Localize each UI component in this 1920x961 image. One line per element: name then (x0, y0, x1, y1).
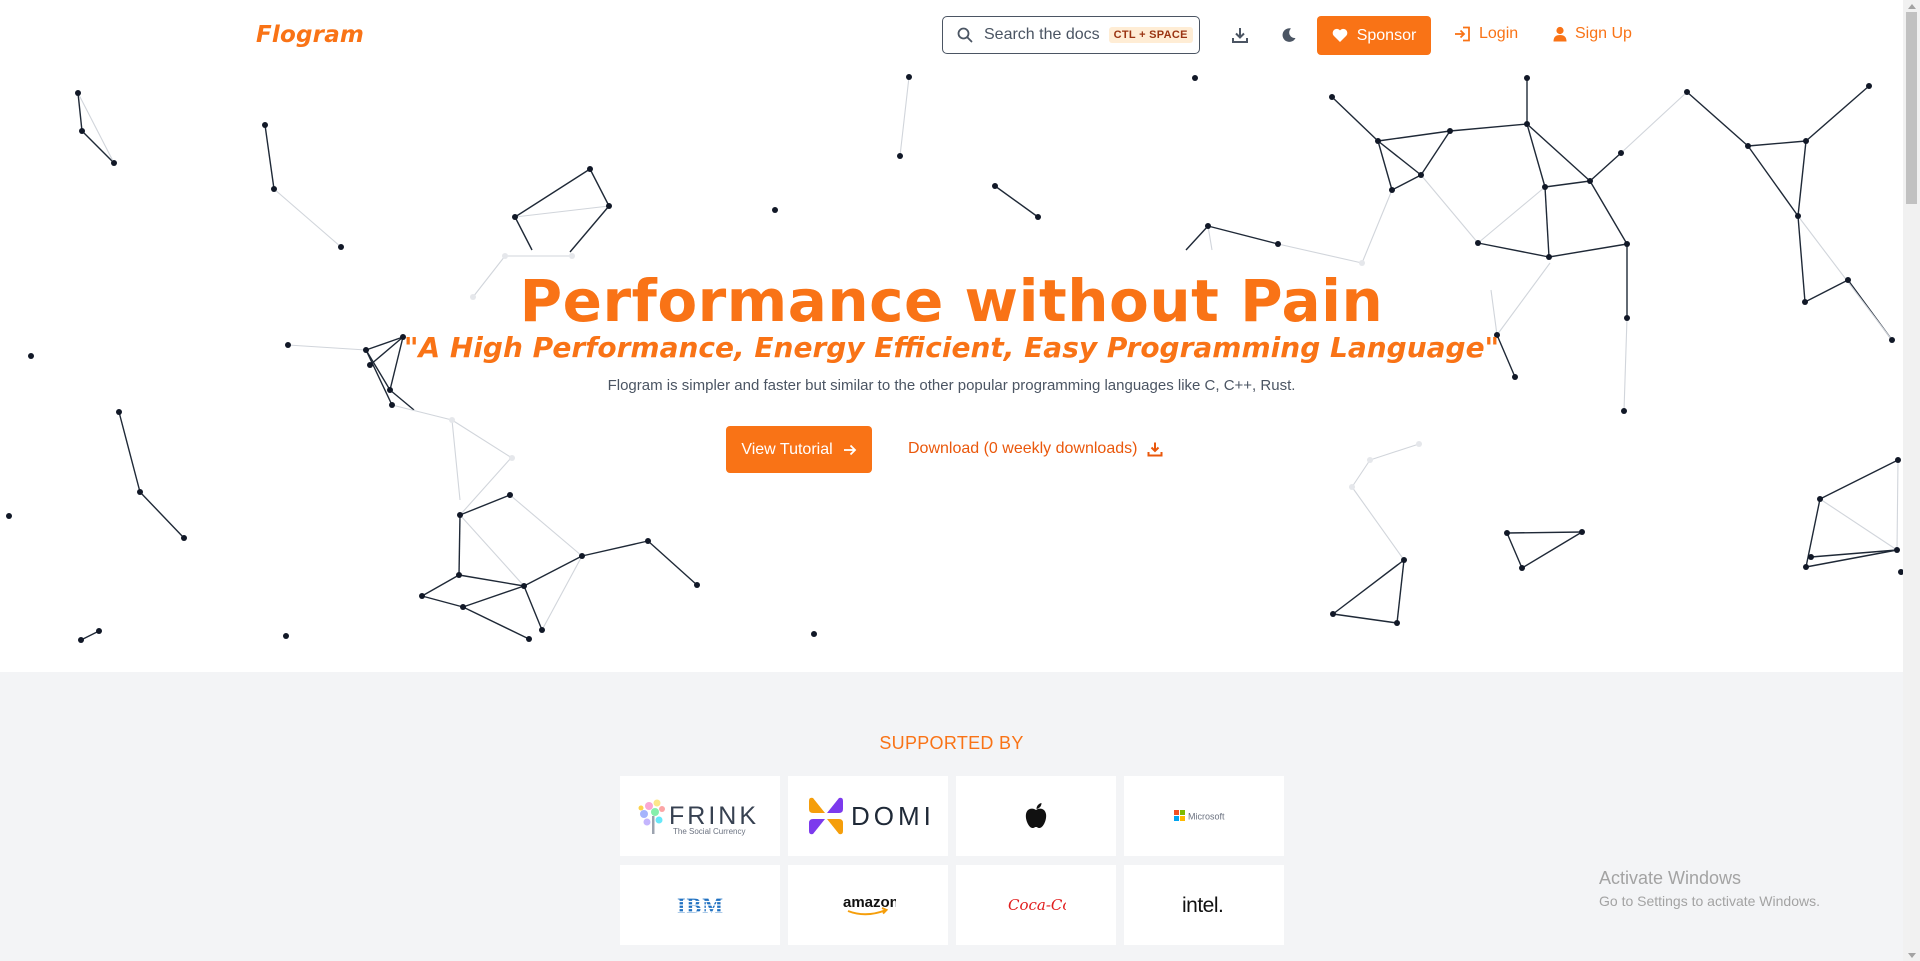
search-shortcut-badge: CTL + SPACE (1108, 27, 1193, 43)
login-link[interactable]: Login (1454, 25, 1518, 43)
scrollbar-thumb[interactable] (1906, 12, 1917, 204)
brand-logo[interactable]: Flogram (256, 22, 364, 48)
apple-icon (1025, 803, 1047, 828)
scroll-up-arrow-icon[interactable] (1906, 1, 1917, 11)
scroll-down-arrow-icon[interactable] (1906, 950, 1917, 960)
sponsor-logo-amazon-text: amazon (843, 894, 896, 911)
hero-headline: Performance without Pain (519, 267, 1384, 335)
windows-activation-watermark: Activate Windows Go to Settings to activ… (1599, 868, 1820, 909)
search-docs-box[interactable]: Search the docs CTL + SPACE (942, 16, 1200, 54)
user-icon (1553, 26, 1567, 42)
top-navbar: Flogram Search the docs CTL + SPACE Spon… (0, 0, 1903, 72)
sponsor-logo-domi[interactable]: DOMI (788, 776, 948, 856)
supported-by-title: SUPPORTED BY (879, 733, 1024, 753)
sponsor-logo-intel[interactable]: intel. (1124, 865, 1284, 945)
download-icon (1147, 442, 1163, 457)
frink-tagline: The Social Currency (673, 827, 745, 836)
search-placeholder: Search the docs (984, 26, 1100, 43)
download-link-label: Download (0 weekly downloads) (908, 440, 1138, 457)
sponsor-logo-amazon[interactable]: amazon (788, 865, 948, 945)
moon-icon[interactable] (1278, 24, 1300, 46)
hero-section: Flogram Search the docs CTL + SPACE Spon… (0, 0, 1903, 672)
sponsor-logo-domi-text: DOMI (851, 801, 930, 831)
sponsor-logo-microsoft-text: Microsoft (1188, 812, 1225, 822)
hero-tagline: "A High Performance, Energy Efficient, E… (403, 331, 1500, 364)
view-tutorial-button[interactable]: View Tutorial (726, 426, 872, 473)
search-icon (957, 27, 973, 43)
sponsor-logo-intel-text: intel. (1182, 894, 1223, 917)
watermark-subtitle: Go to Settings to activate Windows. (1599, 893, 1820, 909)
download-link[interactable]: Download (0 weekly downloads) (908, 440, 1163, 458)
supported-by-section: SUPPORTED BY FRINK The Social Currency D… (0, 672, 1903, 961)
arrow-right-icon (843, 444, 856, 455)
sponsor-logo-cocacola-text: Coca-Cola (1008, 896, 1066, 914)
login-label: Login (1479, 25, 1519, 42)
sponsor-logo-ibm[interactable]: IBM (620, 865, 780, 945)
sponsor-logo-microsoft[interactable]: Microsoft (1124, 776, 1284, 856)
view-tutorial-label: View Tutorial (741, 440, 833, 458)
sponsor-logo-frink-text: FRINK (669, 802, 759, 830)
sponsor-logo-frink[interactable]: FRINK The Social Currency (620, 776, 780, 856)
signup-label: Sign Up (1575, 25, 1632, 42)
sponsor-logo-cocacola[interactable]: Coca-Cola (956, 865, 1116, 945)
heart-icon (1332, 28, 1348, 42)
hero-subtitle: Flogram is simpler and faster but simila… (607, 377, 1296, 394)
sponsor-label: Sponsor (1356, 26, 1417, 44)
download-icon[interactable] (1229, 24, 1251, 46)
sponsor-button[interactable]: Sponsor (1317, 16, 1431, 55)
sponsor-logo-apple[interactable] (956, 776, 1116, 856)
signup-link[interactable]: Sign Up (1553, 25, 1632, 43)
login-icon (1455, 26, 1470, 42)
watermark-title: Activate Windows (1599, 868, 1742, 888)
